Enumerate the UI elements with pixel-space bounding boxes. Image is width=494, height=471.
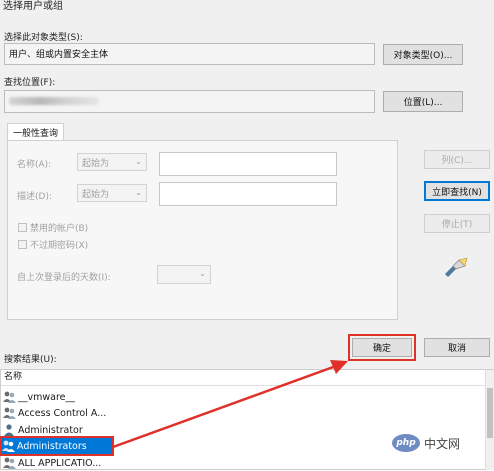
- watermark: php 中文网: [392, 428, 492, 458]
- php-logo-icon: php: [392, 434, 420, 452]
- annotation-arrow: [111, 360, 348, 449]
- watermark-text: 中文网: [424, 436, 461, 451]
